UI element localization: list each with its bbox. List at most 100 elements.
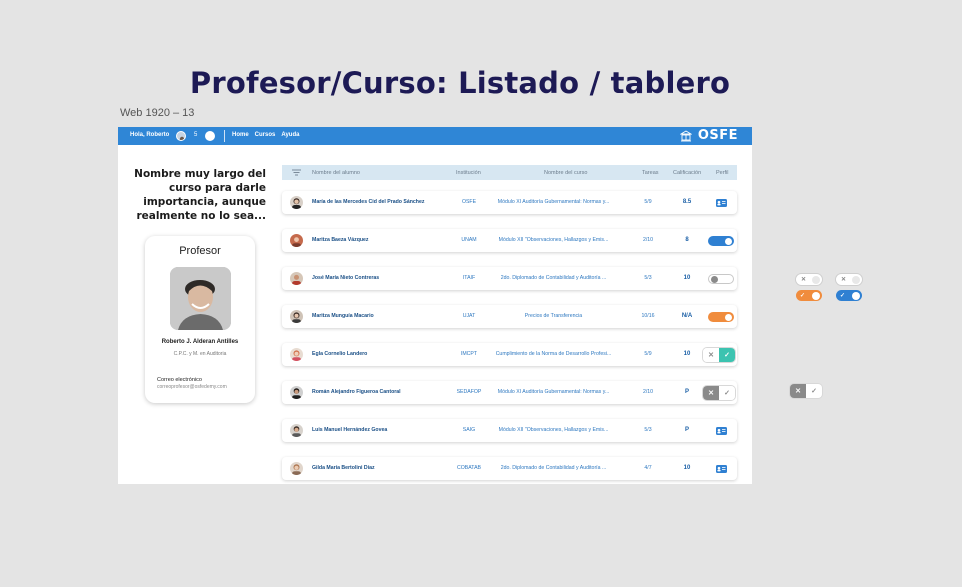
profile-toggle[interactable]: [708, 274, 734, 284]
sample-toggle-off[interactable]: ✕: [836, 274, 862, 285]
student-tasks: 5/3: [644, 427, 652, 433]
approve-reject-switch[interactable]: ✕ ✓: [703, 386, 735, 400]
student-name[interactable]: Román Alejandro Figueroa Cantoral: [312, 381, 452, 404]
filter-icon[interactable]: [292, 169, 301, 176]
check-icon[interactable]: ✓: [719, 348, 735, 362]
student-name[interactable]: Maritza Baeza Vázquez: [312, 229, 452, 252]
student-avatar: [290, 386, 303, 399]
greeting: Hola, Roberto: [130, 132, 170, 138]
student-grade: 10: [683, 275, 691, 281]
sample-toggle-on-blue[interactable]: ✓: [836, 290, 862, 301]
table-row[interactable]: Maritza Baeza Vázquez UNAM Módulo XII "O…: [282, 229, 737, 252]
notification-icon[interactable]: [205, 131, 215, 141]
student-avatar: [290, 272, 303, 285]
student-tasks: 2/10: [642, 237, 654, 243]
student-course[interactable]: 2do. Diplomado de Contabilidad y Auditor…: [486, 457, 621, 480]
email-label: Correo electrónico: [157, 377, 202, 383]
student-avatar: [290, 196, 303, 209]
student-course[interactable]: 2do. Diplomado de Contabilidad y Auditor…: [486, 267, 621, 290]
student-name[interactable]: José María Nieto Contreras: [312, 267, 452, 290]
table-row[interactable]: Román Alejandro Figueroa Cantoral SEDAFO…: [282, 381, 737, 404]
toggle-knob: [725, 237, 732, 245]
header-profile[interactable]: Perfil: [716, 170, 729, 176]
student-grade: N/A: [681, 313, 693, 319]
student-tasks: 2/10: [642, 389, 654, 395]
logo-text: OSFE: [697, 128, 738, 143]
canvas-title: Profesor/Curso: Listado / tablero: [189, 66, 731, 100]
profile-cell: ✕ ✓: [703, 386, 735, 400]
student-grade: 10: [683, 351, 691, 357]
table-row[interactable]: Gilda María Bertolini Díaz COBATAB 2do. …: [282, 457, 737, 480]
student-course[interactable]: Módulo XII "Observaciones, Hallazgos y E…: [486, 419, 621, 442]
user-avatar[interactable]: [176, 131, 186, 141]
student-tasks: 5/3: [644, 275, 652, 281]
professor-card: Profesor Roberto J. Alderan Antilles C.P…: [145, 236, 255, 403]
table-row[interactable]: María de las Mercedes Cid del Prado Sánc…: [282, 191, 737, 214]
id-card-icon[interactable]: [716, 465, 727, 473]
header-course[interactable]: Nombre del curso: [544, 170, 587, 176]
check-icon: ✓: [800, 293, 806, 299]
professor-name: Roberto J. Alderan Antilles: [161, 339, 239, 345]
close-icon[interactable]: ✕: [703, 386, 719, 400]
student-name[interactable]: Maritza Munguía Macario: [312, 305, 452, 328]
profile-cell: [706, 311, 734, 323]
id-card-icon[interactable]: [716, 199, 727, 207]
table-header: Nombre del alumno Institución Nombre del…: [282, 165, 737, 180]
student-course[interactable]: Precios de Transferencia: [486, 305, 621, 328]
divider: [224, 130, 225, 142]
student-course[interactable]: Módulo XII "Observaciones, Hallazgos y E…: [486, 229, 621, 252]
toggle-knob: [711, 276, 718, 283]
student-tasks: 4/7: [644, 465, 652, 471]
id-card-icon[interactable]: [716, 427, 727, 435]
toggle-knob: [852, 291, 860, 300]
check-icon[interactable]: ✓: [806, 384, 822, 398]
check-icon[interactable]: ✓: [719, 386, 735, 400]
approve-reject-switch[interactable]: ✕ ✓: [703, 348, 735, 362]
header-tasks[interactable]: Tareas: [642, 170, 659, 176]
osfe-logo[interactable]: OSFE: [679, 128, 738, 143]
student-avatar: [290, 348, 303, 361]
close-icon[interactable]: ✕: [703, 348, 719, 362]
toggle-knob: [852, 275, 860, 284]
student-grade: 8: [685, 237, 689, 243]
header-grade[interactable]: Calificación: [673, 170, 701, 176]
student-avatar: [290, 234, 303, 247]
profile-cell: [706, 463, 732, 475]
sample-toggle-off[interactable]: ✕: [796, 274, 822, 285]
header-institution[interactable]: Institución: [456, 170, 481, 176]
student-name[interactable]: Luis Manuel Hernández Govea: [312, 419, 452, 442]
profile-toggle[interactable]: [708, 312, 734, 322]
student-grade: 10: [683, 465, 691, 471]
student-tasks: 10/16: [641, 313, 655, 319]
table-row[interactable]: José María Nieto Contreras ITAIF 2do. Di…: [282, 267, 737, 290]
student-name[interactable]: Egla Cornelio Landero: [312, 343, 452, 366]
close-icon[interactable]: ✕: [790, 384, 806, 398]
student-name[interactable]: Gilda María Bertolini Díaz: [312, 457, 452, 480]
nav-ayuda[interactable]: Ayuda: [281, 132, 299, 138]
student-grade: 8.5: [682, 199, 692, 205]
sample-approve-reject-switch[interactable]: ✕ ✓: [790, 384, 822, 398]
course-title: Nombre muy largo del curso para darle im…: [132, 167, 266, 223]
student-grade: P: [684, 427, 689, 433]
table-row[interactable]: Luis Manuel Hernández Govea SAIG Módulo …: [282, 419, 737, 442]
main-nav: Home Cursos Ayuda: [232, 132, 299, 138]
frame-label: Web 1920 – 13: [120, 107, 195, 119]
professor-email[interactable]: correoprofesor@osfedemy.com: [157, 384, 227, 390]
course-title-line: importancia, aunque: [143, 196, 266, 208]
nav-cursos[interactable]: Cursos: [255, 132, 276, 138]
toggle-knob: [812, 275, 820, 284]
notification-count[interactable]: 5: [194, 132, 197, 138]
student-course[interactable]: Módulo XI Auditoría Gubernamental: Norma…: [486, 381, 621, 404]
student-course[interactable]: Módulo XI Auditoría Gubernamental: Norma…: [486, 191, 621, 214]
student-course[interactable]: Cumplimiento de la Norma de Desarrollo P…: [486, 343, 621, 366]
profile-toggle[interactable]: [708, 236, 734, 246]
table-row[interactable]: Egla Cornelio Landero IMCPT Cumplimiento…: [282, 343, 737, 366]
header-name[interactable]: Nombre del alumno: [312, 170, 360, 176]
profile-cell: [706, 197, 732, 209]
sample-toggle-on-orange[interactable]: ✓: [796, 290, 822, 301]
table-row[interactable]: Maritza Munguía Macario UJAT Precios de …: [282, 305, 737, 328]
toggle-knob: [725, 313, 732, 321]
student-tasks: 5/9: [644, 351, 652, 357]
student-name[interactable]: María de las Mercedes Cid del Prado Sánc…: [312, 191, 452, 214]
nav-home[interactable]: Home: [232, 132, 249, 138]
